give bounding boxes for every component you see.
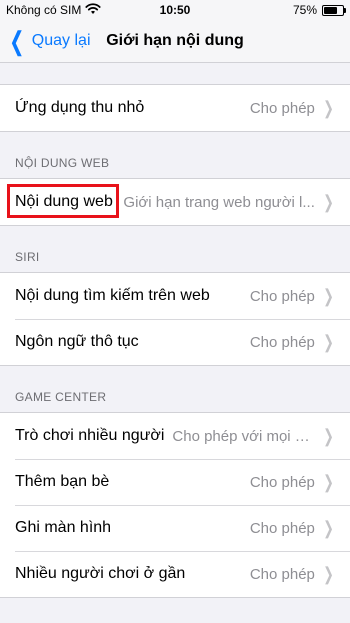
chevron-right-icon: ❯ [323,563,334,584]
row-label: Ứng dụng thu nhỏ [15,99,145,116]
row-adding-friends[interactable]: Thêm bạn bè Cho phép ❯ [0,459,350,505]
row-screen-recording[interactable]: Ghi màn hình Cho phép ❯ [0,505,350,551]
chevron-right-icon: ❯ [323,191,334,212]
settings-group-siri: Nội dung tìm kiếm trên web Cho phép ❯ Ng… [0,272,350,366]
row-label: Trò chơi nhiều người [15,427,165,444]
row-multiplayer-games[interactable]: Trò chơi nhiều người Cho phép với mọi n.… [0,413,350,459]
row-label: Nội dung tìm kiếm trên web [15,287,210,304]
chevron-right-icon: ❯ [323,285,334,306]
row-value: Cho phép [249,99,315,117]
row-label: Nhiều người chơi ở gần [15,565,186,582]
status-bar: Không có SIM 10:50 75% [0,0,350,20]
battery-icon [322,5,346,16]
row-value: Cho phép [249,473,315,491]
row-nearby-multiplayer[interactable]: Nhiều người chơi ở gần Cho phép ❯ [0,551,350,597]
row-web-search-content[interactable]: Nội dung tìm kiếm trên web Cho phép ❯ [0,273,350,319]
row-explicit-language[interactable]: Ngôn ngữ thô tục Cho phép ❯ [0,319,350,365]
settings-group-game-center: Trò chơi nhiều người Cho phép với mọi n.… [0,412,350,598]
chevron-right-icon: ❯ [323,517,334,538]
page-title: Giới hạn nội dung [106,32,244,49]
section-header-siri: SIRI [15,250,40,264]
section-header-web: NỘI DUNG WEB [15,156,110,170]
settings-group-web: Nội dung web Giới hạn trang web người l.… [0,178,350,226]
settings-group-top: Ứng dụng thu nhỏ Cho phép ❯ [0,84,350,132]
row-web-content[interactable]: Nội dung web Giới hạn trang web người l.… [0,179,350,225]
row-value: Cho phép [249,519,315,537]
row-value: Cho phép với mọi n... [172,427,315,445]
row-value: Cho phép [249,287,315,305]
row-label: Ghi màn hình [15,519,112,536]
section-header-game-center: GAME CENTER [15,390,107,404]
row-label: Ngôn ngữ thô tục [15,333,139,350]
row-value: Cho phép [249,333,315,351]
chevron-right-icon: ❯ [323,331,334,352]
row-label: Thêm bạn bè [15,473,110,490]
battery-percent: 75% [292,3,317,17]
chevron-right-icon: ❯ [323,97,334,118]
row-mini-apps[interactable]: Ứng dụng thu nhỏ Cho phép ❯ [0,85,350,131]
chevron-right-icon: ❯ [323,425,334,446]
nav-bar: ❮ Quay lại Giới hạn nội dung [0,20,350,63]
row-value: Cho phép [249,565,315,583]
chevron-right-icon: ❯ [323,471,334,492]
row-value: Giới hạn trang web người l... [123,193,315,211]
row-label: Nội dung web [15,193,113,210]
